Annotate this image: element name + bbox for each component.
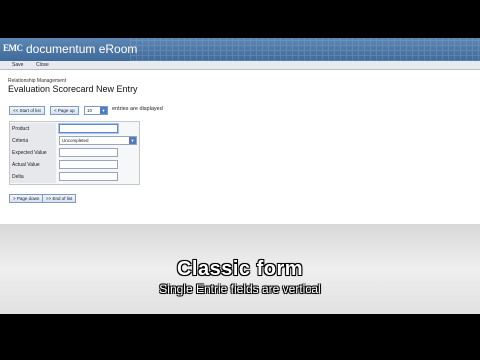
field-label-actual-value: Actual Value bbox=[10, 159, 56, 171]
product-name: documentum eRoom bbox=[26, 42, 138, 56]
page-up-button[interactable]: < Page up bbox=[50, 106, 79, 115]
chevron-down-icon: ▼ bbox=[129, 137, 136, 144]
start-of-list-button[interactable]: << Start of list bbox=[9, 106, 45, 115]
letterbox-top bbox=[0, 0, 480, 38]
form-row-product: Product bbox=[10, 123, 139, 135]
end-of-list-button[interactable]: >> End of list bbox=[42, 194, 77, 203]
criteria-select[interactable]: Uncompleted ▼ bbox=[59, 136, 137, 145]
page-title: Evaluation Scorecard New Entry bbox=[8, 84, 138, 94]
field-label-expected-value: Expected Value bbox=[10, 147, 56, 159]
app-header: EMC documentum eRoom bbox=[0, 38, 480, 61]
entries-label: entries are displayed bbox=[112, 106, 163, 112]
entries-count-value: 10 bbox=[87, 108, 93, 113]
toolbar: Save Close bbox=[0, 61, 480, 70]
form-row-expected-value: Expected Value bbox=[10, 147, 139, 159]
actual-value-input[interactable] bbox=[59, 160, 118, 169]
header-texture bbox=[130, 38, 480, 61]
field-label-delta: Delta bbox=[10, 171, 56, 183]
chevron-down-icon: ▼ bbox=[100, 107, 107, 114]
caption-subtitle: Single Entrie fields are vertical bbox=[159, 282, 321, 296]
letterbox-bottom bbox=[0, 314, 480, 360]
form-row-criteria: Criteria Uncompleted ▼ bbox=[10, 135, 139, 147]
emc-logo: EMC bbox=[3, 43, 23, 53]
form-row-delta: Delta bbox=[10, 171, 139, 183]
field-label-criteria: Criteria bbox=[10, 135, 56, 147]
save-button[interactable]: Save bbox=[12, 62, 23, 68]
entries-count-select[interactable]: 10 ▼ bbox=[84, 106, 108, 115]
caption-title: Classic form bbox=[176, 258, 304, 280]
product-input[interactable] bbox=[59, 124, 118, 133]
field-label-product: Product bbox=[10, 123, 56, 135]
entry-form: Product Criteria Uncompleted ▼ Expected … bbox=[9, 121, 140, 185]
close-button[interactable]: Close bbox=[36, 62, 49, 68]
video-frame: EMC documentum eRoom Save Close Relation… bbox=[0, 0, 480, 360]
expected-value-input[interactable] bbox=[59, 148, 118, 157]
page-down-button[interactable]: > Page down bbox=[9, 194, 44, 203]
delta-input[interactable] bbox=[59, 172, 118, 181]
form-row-actual-value: Actual Value bbox=[10, 159, 139, 171]
criteria-value: Uncompleted bbox=[62, 138, 89, 143]
